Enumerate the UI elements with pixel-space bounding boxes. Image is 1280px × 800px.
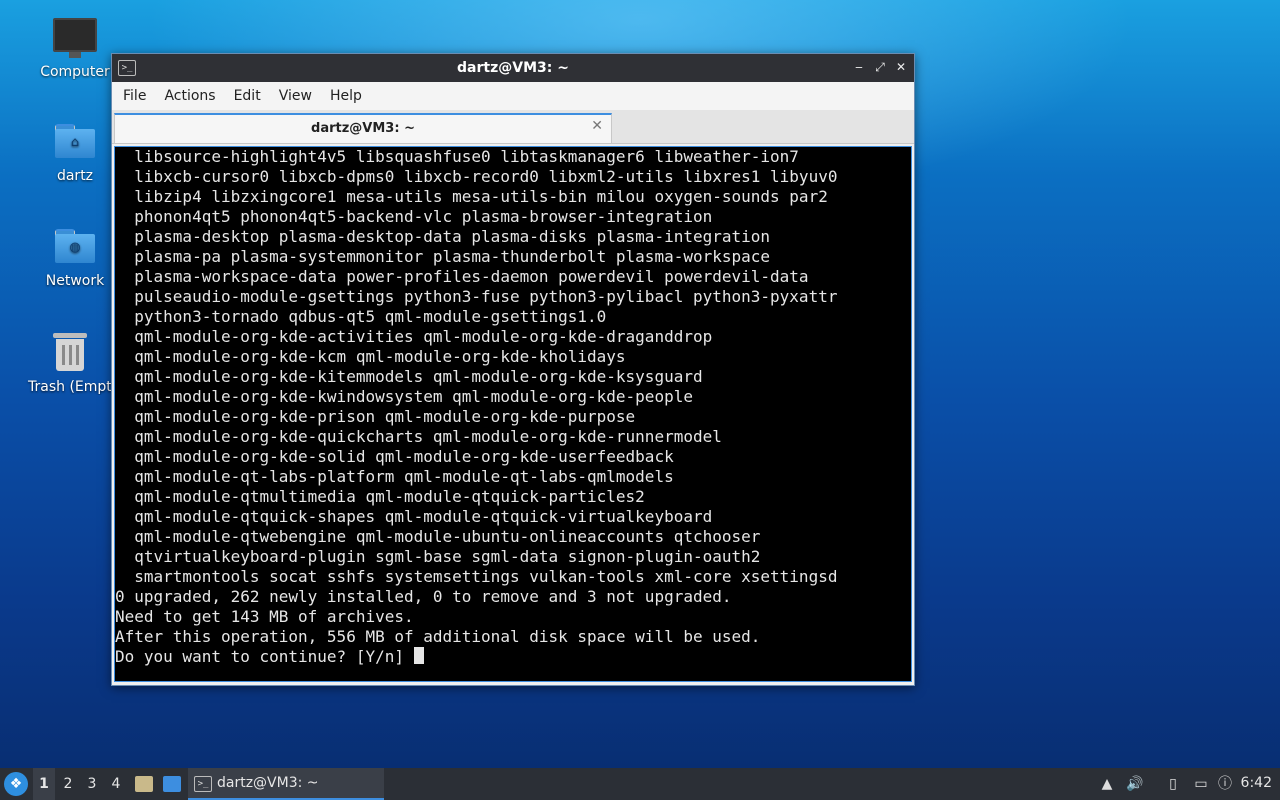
terminal-prompt-line: Do you want to continue? [Y/n] bbox=[115, 647, 911, 667]
terminal-lines: libsource-highlight4v5 libsquashfuse0 li… bbox=[115, 147, 911, 647]
terminal-line: libzip4 libzxingcore1 mesa-utils mesa-ut… bbox=[134, 187, 828, 206]
task-label: dartz@VM3: ~ bbox=[217, 775, 319, 791]
workspace-3[interactable]: 3 bbox=[81, 768, 103, 800]
updates-icon[interactable]: ▲ bbox=[1098, 775, 1116, 793]
menu-file[interactable]: File bbox=[116, 88, 153, 104]
tab-label: dartz@VM3: ~ bbox=[311, 121, 415, 136]
terminal-line: python3-tornado qdbus-qt5 qml-module-gse… bbox=[134, 307, 607, 326]
workspace-1[interactable]: 1 bbox=[33, 768, 55, 800]
terminal-line: qml-module-qt-labs-platform qml-module-q… bbox=[134, 467, 674, 486]
desktop-icon-home[interactable]: ⌂ dartz bbox=[25, 124, 125, 184]
terminal-line: qtvirtualkeyboard-plugin sgml-base sgml-… bbox=[134, 547, 761, 566]
terminal-line: qml-module-org-kde-kwindowsystem qml-mod… bbox=[134, 387, 693, 406]
tab-bar: dartz@VM3: ~ ✕ bbox=[112, 110, 914, 144]
terminal-line: qml-module-org-kde-prison qml-module-org… bbox=[134, 407, 636, 426]
tab-terminal[interactable]: dartz@VM3: ~ ✕ bbox=[114, 113, 612, 143]
terminal-line: qml-module-qtmultimedia qml-module-qtqui… bbox=[134, 487, 645, 506]
terminal-line: 0 upgraded, 262 newly installed, 0 to re… bbox=[115, 587, 732, 606]
tab-close-icon[interactable]: ✕ bbox=[591, 118, 603, 134]
menu-actions[interactable]: Actions bbox=[157, 88, 222, 104]
terminal-line: smartmontools socat sshfs systemsettings… bbox=[134, 567, 838, 586]
trash-icon bbox=[53, 331, 87, 371]
menu-help[interactable]: Help bbox=[323, 88, 369, 104]
desktop-icon-trash[interactable]: Trash (Empt bbox=[20, 331, 120, 395]
terminal-prompt: Do you want to continue? [Y/n] bbox=[115, 647, 414, 666]
desktop-icon-network[interactable]: ◍ Network bbox=[25, 229, 125, 289]
text-cursor bbox=[413, 647, 424, 664]
volume-icon[interactable]: 🔊 bbox=[1126, 775, 1144, 793]
terminal-line: qml-module-org-kde-quickcharts qml-modul… bbox=[134, 427, 722, 446]
network-folder-icon: ◍ bbox=[55, 229, 95, 263]
terminal-line: qml-module-org-kde-kitemmodels qml-modul… bbox=[134, 367, 703, 386]
minimize-button[interactable]: ‒ bbox=[850, 58, 868, 76]
desktop-icon-computer[interactable]: Computer bbox=[25, 18, 125, 80]
terminal-line: libxcb-cursor0 libxcb-dpms0 libxcb-recor… bbox=[134, 167, 838, 186]
terminal-line: libsource-highlight4v5 libsquashfuse0 li… bbox=[134, 147, 799, 166]
desktop-icon-label: dartz bbox=[56, 168, 94, 184]
terminal-line: qml-module-qtwebengine qml-module-ubuntu… bbox=[134, 527, 761, 546]
terminal-output[interactable]: libsource-highlight4v5 libsquashfuse0 li… bbox=[114, 146, 912, 682]
terminal-line: After this operation, 556 MB of addition… bbox=[115, 627, 761, 646]
terminal-window: >_ dartz@VM3: ~ ‒ ⤢ ✕ File Actions Edit … bbox=[111, 53, 915, 686]
terminal-line: plasma-workspace-data power-profiles-dae… bbox=[134, 267, 809, 286]
workspace-4[interactable]: 4 bbox=[105, 768, 127, 800]
maximize-button[interactable]: ⤢ bbox=[871, 58, 889, 76]
taskbar: ❖ 1 2 3 4 >_ dartz@VM3: ~ ▲ 🔊 ▯ ▭ ⓘ 6:42 bbox=[0, 768, 1280, 800]
terminal-line: Need to get 143 MB of archives. bbox=[115, 607, 414, 626]
terminal-line: plasma-pa plasma-systemmonitor plasma-th… bbox=[134, 247, 771, 266]
terminal-icon: >_ bbox=[194, 776, 212, 792]
terminal-line: plasma-desktop plasma-desktop-data plasm… bbox=[134, 227, 771, 246]
terminal-line: qml-module-qtquick-shapes qml-module-qtq… bbox=[134, 507, 713, 526]
computer-icon bbox=[53, 18, 97, 58]
desktop-icon-label: Network bbox=[45, 273, 105, 289]
workspace-2[interactable]: 2 bbox=[57, 768, 79, 800]
file-manager-icon[interactable] bbox=[135, 776, 153, 792]
window-titlebar[interactable]: >_ dartz@VM3: ~ ‒ ⤢ ✕ bbox=[112, 54, 914, 82]
network-icon[interactable]: ▭ bbox=[1192, 775, 1210, 793]
terminal-line: qml-module-org-kde-solid qml-module-org-… bbox=[134, 447, 674, 466]
desktop-icon-label: Trash (Empt bbox=[28, 379, 112, 395]
notification-icon[interactable]: ⓘ bbox=[1216, 775, 1234, 793]
terminal-line: phonon4qt5 phonon4qt5-backend-vlc plasma… bbox=[134, 207, 713, 226]
start-menu-icon[interactable]: ❖ bbox=[4, 772, 28, 796]
menu-edit[interactable]: Edit bbox=[227, 88, 268, 104]
menubar: File Actions Edit View Help bbox=[112, 82, 914, 110]
clipboard-icon[interactable]: ▯ bbox=[1164, 775, 1182, 793]
home-folder-icon: ⌂ bbox=[55, 124, 95, 158]
clock[interactable]: 6:42 bbox=[1241, 775, 1272, 791]
close-button[interactable]: ✕ bbox=[892, 58, 910, 76]
taskbar-task-terminal[interactable]: >_ dartz@VM3: ~ bbox=[188, 768, 384, 800]
terminal-line: pulseaudio-module-gsettings python3-fuse… bbox=[134, 287, 838, 306]
window-title: dartz@VM3: ~ bbox=[457, 60, 569, 76]
terminal-line: qml-module-org-kde-kcm qml-module-org-kd… bbox=[134, 347, 626, 366]
show-desktop-icon[interactable] bbox=[163, 776, 181, 792]
desktop-icon-label: Computer bbox=[40, 64, 110, 80]
menu-view[interactable]: View bbox=[272, 88, 319, 104]
terminal-line: qml-module-org-kde-activities qml-module… bbox=[134, 327, 713, 346]
